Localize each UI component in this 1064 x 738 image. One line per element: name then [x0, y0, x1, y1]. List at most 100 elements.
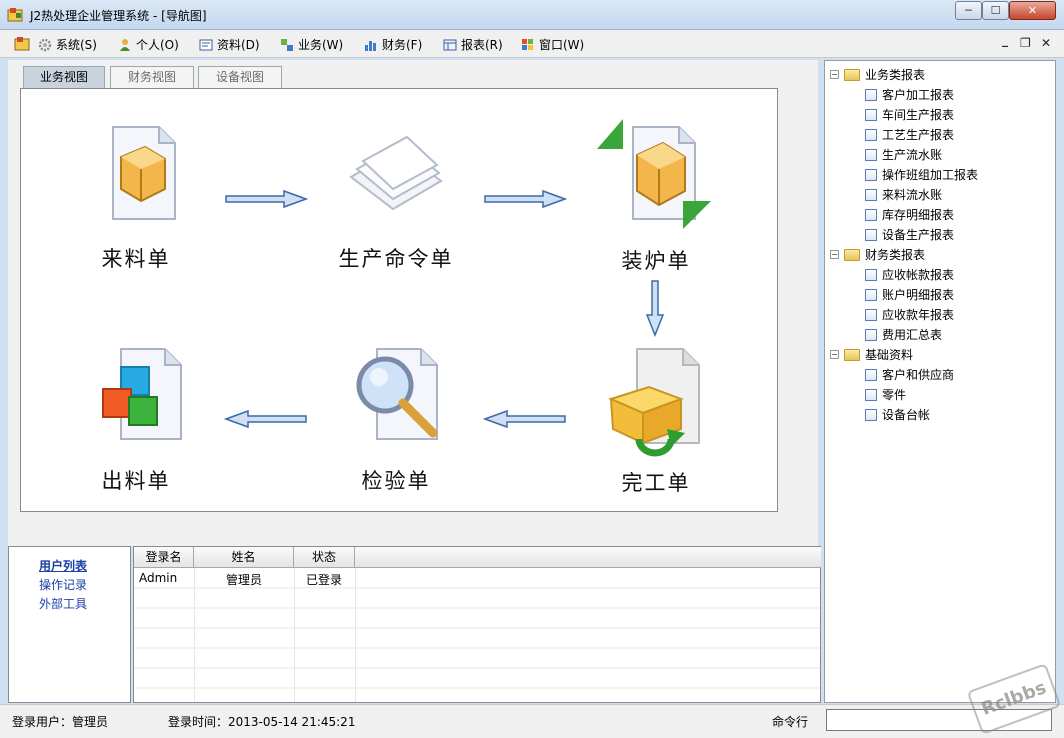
- menu-window-label: 窗口(W): [539, 38, 585, 52]
- menu-business[interactable]: 业务(W): [280, 36, 343, 53]
- tree-group-finance-reports[interactable]: − 财务类报表: [830, 246, 925, 263]
- folder-icon: [844, 348, 860, 361]
- table-cell[interactable]: 管理员: [226, 571, 262, 588]
- menu-bar: 系统(S) 个人(O) 资料(D) 业务(W) 财务(F) 报表(R) 窗口(W…: [0, 30, 1064, 58]
- command-label: 命令行: [772, 715, 809, 729]
- report-icon: [865, 88, 877, 101]
- tree-group-basic-data[interactable]: − 基础资料: [830, 346, 913, 363]
- status-bar: 登录用户：管理员 登录时间：2013-05-14 21:45:21 命令行: [0, 704, 1064, 738]
- tree-item-label: 库存明细报表: [882, 208, 955, 222]
- menu-system[interactable]: 系统(S): [38, 36, 97, 53]
- tree-item-label: 费用汇总表: [882, 328, 943, 342]
- tree-item[interactable]: 操作班组加工报表: [865, 166, 978, 183]
- flow-node-furnace-label: 装炉单: [621, 249, 691, 273]
- tree-item[interactable]: 应收帐款报表: [865, 266, 954, 283]
- tree-group-label: 财务类报表: [865, 248, 926, 262]
- report-icon: [865, 168, 877, 181]
- flow-node-inspection[interactable]: 检验单: [311, 343, 481, 503]
- collapse-icon[interactable]: −: [830, 70, 839, 79]
- table-cell[interactable]: Admin: [139, 571, 177, 585]
- flow-node-production[interactable]: 生产命令单: [311, 119, 481, 279]
- tree-item[interactable]: 客户加工报表: [865, 86, 954, 103]
- outgoing-order-icon: [102, 348, 182, 440]
- tree-item-label: 零件: [882, 388, 907, 402]
- mdi-restore-button[interactable]: ❐: [1020, 36, 1031, 50]
- menu-finance[interactable]: 财务(F): [364, 36, 422, 53]
- flow-node-furnace[interactable]: 装炉单: [571, 119, 741, 279]
- login-user-status: 登录用户：管理员: [12, 715, 109, 729]
- tree-item[interactable]: 费用汇总表: [865, 326, 942, 343]
- tree-item[interactable]: 工艺生产报表: [865, 126, 954, 143]
- minimize-button[interactable]: ─: [955, 1, 982, 20]
- tree-item[interactable]: 设备台帐: [865, 406, 930, 423]
- collapse-icon[interactable]: −: [830, 350, 839, 359]
- flow-node-production-label: 生产命令单: [338, 247, 454, 271]
- flow-node-inspection-label: 检验单: [361, 469, 431, 493]
- grid-lines: [134, 568, 820, 702]
- tree-item[interactable]: 车间生产报表: [865, 106, 954, 123]
- nav-user-list[interactable]: 用户列表: [39, 557, 87, 574]
- close-button[interactable]: ✕: [1009, 1, 1056, 20]
- report-tree: − 业务类报表 客户加工报表 车间生产报表 工艺生产报表 生产流水账 操作班组加…: [824, 60, 1056, 703]
- column-header-status[interactable]: 状态: [294, 547, 355, 568]
- report-icon: [865, 328, 877, 341]
- tab-finance-view[interactable]: 财务视图: [110, 66, 194, 88]
- tab-equipment-view[interactable]: 设备视图: [198, 66, 282, 88]
- tree-item-label: 操作班组加工报表: [882, 168, 979, 182]
- flow-node-incoming[interactable]: 来料单: [51, 119, 221, 279]
- menu-window[interactable]: 窗口(W): [521, 36, 584, 53]
- menu-reports[interactable]: 报表(R): [443, 36, 503, 53]
- report-icon: [865, 228, 877, 241]
- tree-item[interactable]: 账户明细报表: [865, 286, 954, 303]
- gear-icon: [38, 38, 52, 51]
- user-table: 登录名 姓名 状态 Admin 管理员 已登录: [133, 546, 821, 703]
- nav-operation-log[interactable]: 操作记录: [39, 576, 87, 593]
- mdi-close-button[interactable]: ✕: [1041, 36, 1051, 50]
- report-icon: [865, 368, 877, 381]
- mdi-minimize-button[interactable]: _: [1002, 33, 1008, 47]
- report-icon: [865, 388, 877, 401]
- user-icon: [120, 38, 130, 51]
- flow-node-outgoing[interactable]: 出料单: [51, 343, 221, 503]
- tree-item[interactable]: 生产流水账: [865, 146, 942, 163]
- menu-personal[interactable]: 个人(O): [118, 36, 179, 53]
- completion-order-icon: [608, 348, 700, 457]
- tree-group-business-reports[interactable]: − 业务类报表: [830, 66, 925, 83]
- window-icon: [522, 38, 533, 50]
- furnace-loading-icon: [597, 119, 711, 229]
- tree-item[interactable]: 零件: [865, 386, 906, 403]
- table-cell[interactable]: 已登录: [306, 571, 342, 588]
- collapse-icon[interactable]: −: [830, 250, 839, 259]
- maximize-button[interactable]: ☐: [982, 1, 1009, 20]
- document-icon: [199, 39, 213, 50]
- tree-item-label: 应收帐款报表: [882, 268, 955, 282]
- workflow-icon: [281, 38, 293, 51]
- tree-item[interactable]: 应收款年报表: [865, 306, 954, 323]
- incoming-order-icon: [112, 126, 176, 220]
- flow-node-completion-label: 完工单: [621, 471, 691, 495]
- tree-item[interactable]: 来料流水账: [865, 186, 942, 203]
- nav-external-tools[interactable]: 外部工具: [39, 595, 87, 612]
- report-icon: [865, 308, 877, 321]
- chart-icon: [365, 40, 376, 51]
- menu-data[interactable]: 资料(D): [199, 36, 260, 53]
- tree-item-label: 账户明细报表: [882, 288, 955, 302]
- report-icon: [865, 148, 877, 161]
- report-icon: [865, 408, 877, 421]
- window-title: J2热处理企业管理系统 - [导航图]: [30, 9, 207, 23]
- tree-item[interactable]: 设备生产报表: [865, 226, 954, 243]
- tab-business-view[interactable]: 业务视图: [23, 66, 105, 88]
- flow-node-completion[interactable]: 完工单: [571, 343, 741, 503]
- tree-item[interactable]: 客户和供应商: [865, 366, 954, 383]
- report-icon: [865, 268, 877, 281]
- tree-item[interactable]: 库存明细报表: [865, 206, 954, 223]
- login-time-status: 登录时间：2013-05-14 21:45:21: [168, 715, 356, 729]
- report-icon: [865, 108, 877, 121]
- column-header-name[interactable]: 姓名: [194, 547, 294, 568]
- folder-icon: [844, 68, 860, 81]
- tree-item-label: 设备生产报表: [882, 228, 955, 242]
- tree-item-label: 来料流水账: [882, 188, 943, 202]
- column-header-login[interactable]: 登录名: [134, 547, 194, 568]
- flow-arrow-right: [225, 189, 308, 209]
- app-icon: [7, 8, 23, 22]
